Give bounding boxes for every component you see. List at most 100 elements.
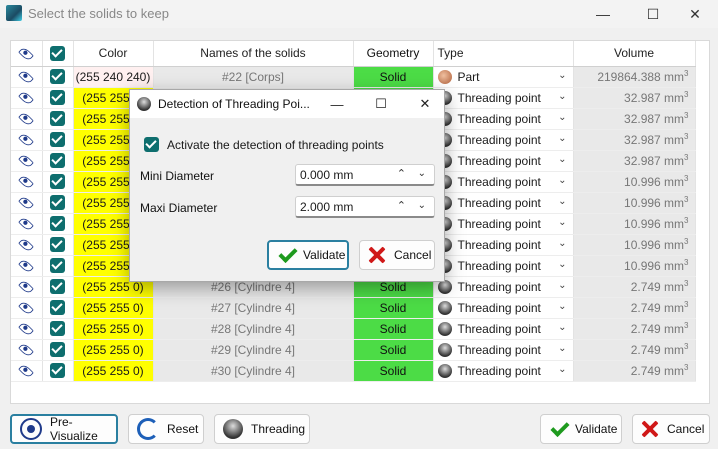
chevron-down-icon[interactable]: ⌄ bbox=[558, 133, 566, 144]
color-cell[interactable]: (255 240 240) bbox=[73, 66, 154, 88]
type-cell[interactable]: Threading point ⌄ bbox=[433, 318, 574, 340]
checkbox-icon[interactable] bbox=[50, 342, 65, 358]
dialog-close-button[interactable]: ✕ bbox=[410, 94, 440, 114]
threading-button[interactable]: Threading bbox=[214, 414, 310, 444]
checkbox-icon[interactable] bbox=[50, 174, 65, 190]
maxi-diameter-up-icon[interactable]: ⌃ bbox=[397, 199, 406, 212]
keep-cell[interactable] bbox=[42, 171, 74, 193]
keep-cell[interactable] bbox=[42, 255, 74, 277]
eye-icon[interactable] bbox=[18, 111, 35, 128]
chevron-down-icon[interactable]: ⌄ bbox=[558, 154, 566, 165]
type-cell[interactable]: Threading point ⌄ bbox=[433, 171, 574, 193]
checkbox-icon[interactable] bbox=[50, 300, 65, 316]
type-cell[interactable]: Threading point ⌄ bbox=[433, 108, 574, 130]
dialog-minimize-button[interactable]: — bbox=[322, 94, 352, 114]
type-cell[interactable]: Threading point ⌄ bbox=[433, 87, 574, 109]
visibility-cell[interactable] bbox=[11, 318, 43, 340]
checkbox-icon[interactable] bbox=[50, 132, 65, 148]
visibility-cell[interactable] bbox=[11, 150, 43, 172]
visibility-cell[interactable] bbox=[11, 297, 43, 319]
type-cell[interactable]: Threading point ⌄ bbox=[433, 339, 574, 361]
type-dropdown[interactable]: Part ⌄ bbox=[434, 67, 573, 87]
keep-cell[interactable] bbox=[42, 192, 74, 214]
keep-cell[interactable] bbox=[42, 234, 74, 256]
checkbox-icon[interactable] bbox=[50, 237, 65, 253]
chevron-down-icon[interactable]: ⌄ bbox=[558, 343, 566, 354]
chevron-down-icon[interactable]: ⌄ bbox=[558, 238, 566, 249]
checkbox-icon[interactable] bbox=[50, 321, 65, 337]
keep-cell[interactable] bbox=[42, 360, 74, 382]
mini-diameter-down-icon[interactable]: ⌄ bbox=[418, 168, 426, 179]
table-row[interactable]: (255 255 0) #27 [Cylindre 4] Solid Threa… bbox=[11, 297, 696, 319]
type-cell[interactable]: Threading point ⌄ bbox=[433, 234, 574, 256]
keep-cell[interactable] bbox=[42, 150, 74, 172]
header-select-all[interactable] bbox=[42, 41, 74, 67]
type-cell[interactable]: Threading point ⌄ bbox=[433, 360, 574, 382]
chevron-down-icon[interactable]: ⌄ bbox=[558, 91, 566, 102]
checkbox-icon[interactable] bbox=[50, 363, 65, 379]
header-color[interactable]: Color bbox=[73, 41, 154, 67]
type-cell[interactable]: Threading point ⌄ bbox=[433, 297, 574, 319]
type-dropdown[interactable]: Threading point ⌄ bbox=[434, 256, 573, 276]
mini-diameter-value[interactable]: 0.000 mm bbox=[300, 168, 353, 182]
activate-detection-checkbox[interactable]: Activate the detection of threading poin… bbox=[144, 137, 384, 152]
chevron-down-icon[interactable]: ⌄ bbox=[558, 175, 566, 186]
visibility-cell[interactable] bbox=[11, 129, 43, 151]
dialog-maximize-button[interactable]: ☐ bbox=[366, 94, 396, 114]
table-row[interactable]: (255 240 240) #22 [Corps] Solid Part ⌄ 2… bbox=[11, 66, 696, 88]
type-cell[interactable]: Threading point ⌄ bbox=[433, 129, 574, 151]
color-cell[interactable]: (255 255 0) bbox=[73, 339, 154, 361]
eye-icon[interactable] bbox=[18, 342, 35, 359]
eye-icon[interactable] bbox=[18, 132, 35, 149]
mini-diameter-up-icon[interactable]: ⌃ bbox=[397, 167, 406, 180]
visibility-cell[interactable] bbox=[11, 234, 43, 256]
keep-cell[interactable] bbox=[42, 213, 74, 235]
eye-icon[interactable] bbox=[18, 90, 35, 107]
header-geometry[interactable]: Geometry bbox=[353, 41, 434, 67]
maxi-diameter-down-icon[interactable]: ⌄ bbox=[418, 200, 426, 211]
eye-icon[interactable] bbox=[18, 321, 35, 338]
type-dropdown[interactable]: Threading point ⌄ bbox=[434, 340, 573, 360]
window-minimize-button[interactable]: — bbox=[580, 0, 626, 28]
checkbox-icon[interactable] bbox=[50, 90, 65, 106]
table-row[interactable]: (255 255 0) #29 [Cylindre 4] Solid Threa… bbox=[11, 339, 696, 361]
previsualize-button[interactable]: Pre-Visualize bbox=[10, 414, 118, 444]
chevron-down-icon[interactable]: ⌄ bbox=[558, 322, 566, 333]
visibility-cell[interactable] bbox=[11, 255, 43, 277]
keep-cell[interactable] bbox=[42, 276, 74, 298]
type-dropdown[interactable]: Threading point ⌄ bbox=[434, 235, 573, 255]
type-dropdown[interactable]: Threading point ⌄ bbox=[434, 319, 573, 339]
chevron-down-icon[interactable]: ⌄ bbox=[558, 70, 566, 81]
maxi-diameter-value[interactable]: 2.000 mm bbox=[300, 200, 353, 214]
window-maximize-button[interactable]: ☐ bbox=[630, 0, 676, 28]
header-type[interactable]: Type bbox=[433, 41, 574, 67]
keep-cell[interactable] bbox=[42, 318, 74, 340]
visibility-cell[interactable] bbox=[11, 213, 43, 235]
mini-diameter-input[interactable]: 0.000 mm ⌃ ⌄ bbox=[295, 164, 435, 186]
chevron-down-icon[interactable]: ⌄ bbox=[558, 364, 566, 375]
keep-cell[interactable] bbox=[42, 129, 74, 151]
eye-icon[interactable] bbox=[18, 153, 35, 170]
keep-cell[interactable] bbox=[42, 297, 74, 319]
checkbox-icon[interactable] bbox=[144, 137, 159, 152]
type-dropdown[interactable]: Threading point ⌄ bbox=[434, 298, 573, 318]
type-dropdown[interactable]: Threading point ⌄ bbox=[434, 88, 573, 108]
dialog-cancel-button[interactable]: Cancel bbox=[359, 240, 435, 270]
checkbox-icon[interactable] bbox=[50, 45, 65, 61]
chevron-down-icon[interactable]: ⌄ bbox=[558, 259, 566, 270]
type-cell[interactable]: Threading point ⌄ bbox=[433, 276, 574, 298]
dialog-validate-button[interactable]: Validate bbox=[267, 240, 349, 270]
checkbox-icon[interactable] bbox=[50, 153, 65, 169]
table-row[interactable]: (255 255 0) #30 [Cylindre 4] Solid Threa… bbox=[11, 360, 696, 382]
type-dropdown[interactable]: Threading point ⌄ bbox=[434, 109, 573, 129]
cancel-button[interactable]: Cancel bbox=[632, 414, 710, 444]
visibility-cell[interactable] bbox=[11, 192, 43, 214]
type-dropdown[interactable]: Threading point ⌄ bbox=[434, 193, 573, 213]
eye-icon[interactable] bbox=[18, 195, 35, 212]
type-cell[interactable]: Threading point ⌄ bbox=[433, 255, 574, 277]
chevron-down-icon[interactable]: ⌄ bbox=[558, 217, 566, 228]
visibility-cell[interactable] bbox=[11, 276, 43, 298]
keep-cell[interactable] bbox=[42, 339, 74, 361]
eye-icon[interactable] bbox=[18, 279, 35, 296]
eye-icon[interactable] bbox=[18, 300, 35, 317]
